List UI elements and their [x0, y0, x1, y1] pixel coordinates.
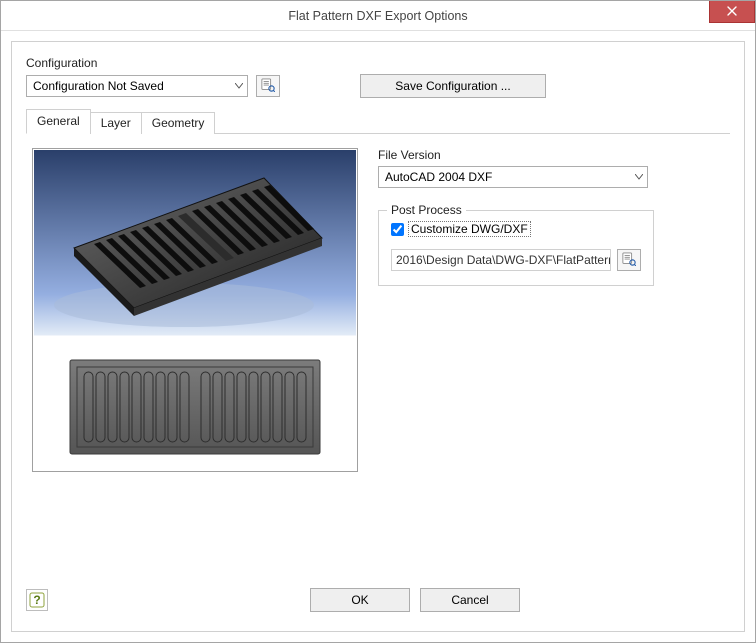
- configuration-select-value: Configuration Not Saved: [33, 79, 164, 93]
- customize-label[interactable]: Customize DWG/DXF: [408, 221, 531, 237]
- post-process-legend: Post Process: [387, 203, 466, 217]
- close-icon: [727, 5, 737, 19]
- dialog-window: Flat Pattern DXF Export Options Configur…: [0, 0, 756, 643]
- tab-general-label: General: [37, 114, 80, 128]
- tab-geometry[interactable]: Geometry: [141, 112, 216, 134]
- configuration-select[interactable]: Configuration Not Saved: [26, 75, 248, 97]
- close-button[interactable]: [709, 1, 755, 23]
- cancel-label: Cancel: [451, 593, 488, 607]
- ok-label: OK: [351, 593, 368, 607]
- tab-general[interactable]: General: [26, 109, 91, 134]
- help-button[interactable]: ?: [26, 589, 48, 611]
- tab-strip: General Layer Geometry: [26, 108, 730, 134]
- window-title: Flat Pattern DXF Export Options: [288, 9, 467, 23]
- titlebar: Flat Pattern DXF Export Options: [1, 1, 755, 31]
- xml-path-browse-button[interactable]: [617, 249, 641, 271]
- save-configuration-button[interactable]: Save Configuration ...: [360, 74, 546, 98]
- configuration-row: Configuration Not Saved Save Configurati…: [26, 74, 730, 98]
- footer: ? OK Cancel: [26, 579, 730, 621]
- save-configuration-label: Save Configuration ...: [395, 79, 510, 93]
- customize-checkbox[interactable]: [391, 223, 404, 236]
- file-version-select[interactable]: AutoCAD 2004 DXF: [378, 166, 648, 188]
- chevron-down-icon: [235, 83, 243, 89]
- chevron-down-icon: [635, 174, 643, 180]
- help-icon: ?: [29, 592, 45, 608]
- customize-row: Customize DWG/DXF: [391, 221, 641, 237]
- file-version-label: File Version: [378, 148, 724, 162]
- right-column: File Version AutoCAD 2004 DXF Post Proce…: [378, 148, 724, 573]
- tab-content: File Version AutoCAD 2004 DXF Post Proce…: [26, 134, 730, 579]
- client-area: Configuration Configuration Not Saved: [11, 41, 745, 632]
- browse-icon: [261, 78, 275, 95]
- preview-pane: [32, 148, 358, 472]
- configuration-browse-button[interactable]: [256, 75, 280, 97]
- xml-path-field[interactable]: 2016\Design Data\DWG-DXF\FlatPattern.xml: [391, 249, 611, 271]
- browse-icon: [622, 252, 636, 269]
- ok-button[interactable]: OK: [310, 588, 410, 612]
- tab-layer[interactable]: Layer: [90, 112, 142, 134]
- tab-layer-label: Layer: [101, 116, 131, 130]
- tab-geometry-label: Geometry: [152, 116, 205, 130]
- preview-image: [34, 150, 356, 470]
- configuration-label: Configuration: [26, 56, 730, 70]
- path-row: 2016\Design Data\DWG-DXF\FlatPattern.xml: [391, 249, 641, 271]
- post-process-group: Post Process Customize DWG/DXF 2016\Desi…: [378, 210, 654, 286]
- cancel-button[interactable]: Cancel: [420, 588, 520, 612]
- svg-text:?: ?: [33, 593, 40, 607]
- file-version-value: AutoCAD 2004 DXF: [385, 170, 492, 184]
